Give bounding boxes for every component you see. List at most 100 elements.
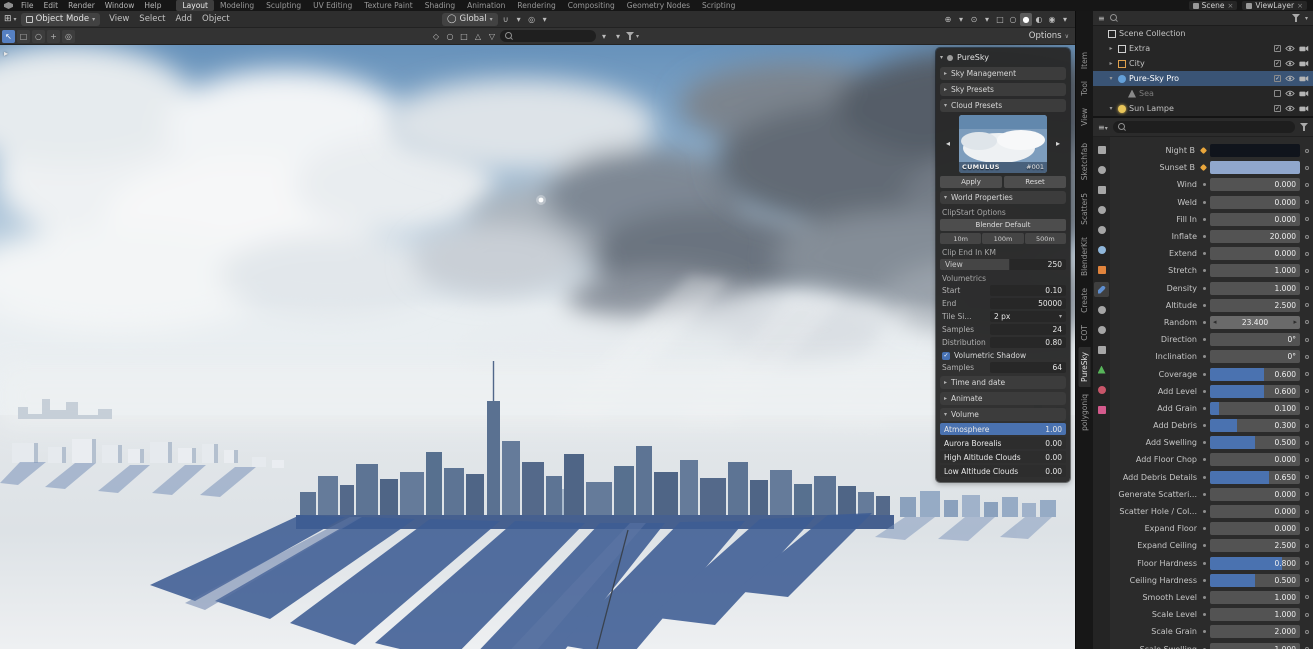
channel-dot[interactable]	[1203, 441, 1206, 444]
slider-add-grain[interactable]: 0.100	[1210, 402, 1300, 415]
eye-icon[interactable]	[1285, 75, 1295, 82]
channel-dot[interactable]	[1203, 269, 1206, 272]
filter-funnel-icon[interactable]	[626, 32, 634, 40]
tool-cursor-icon[interactable]: +	[47, 30, 60, 43]
options-menu[interactable]: Options ∨	[1029, 31, 1069, 41]
decorator-dot[interactable]	[1305, 372, 1309, 376]
outliner-row-pure-sky-pro[interactable]: ▾Pure-Sky Pro✓	[1093, 71, 1313, 86]
properties-tab-texture[interactable]	[1094, 402, 1109, 417]
channel-dot[interactable]	[1203, 201, 1206, 204]
filter-surface-icon[interactable]: □	[458, 30, 470, 43]
slider-inclination[interactable]: 0°	[1210, 350, 1300, 363]
overlays-dropdown-icon[interactable]: ▾	[981, 13, 993, 26]
checkbox-icon[interactable]	[1274, 90, 1281, 97]
decorator-dot[interactable]	[1305, 338, 1309, 342]
transform-menu-icon[interactable]: ▾	[612, 30, 624, 43]
slider-add-debris[interactable]: 0.300	[1210, 419, 1300, 432]
decorator-dot[interactable]	[1305, 389, 1309, 393]
channel-dot[interactable]	[1203, 252, 1206, 255]
camera-icon[interactable]	[1299, 60, 1309, 67]
decorator-dot[interactable]	[1305, 252, 1309, 256]
keyframe-dot[interactable]	[1200, 164, 1207, 171]
search-input[interactable]	[516, 32, 586, 41]
filter-mesh-icon[interactable]: ◇	[430, 30, 442, 43]
decorator-dot[interactable]	[1305, 441, 1309, 445]
number-field-random[interactable]: ◂23.400▸	[1210, 316, 1300, 329]
properties-tab-scene[interactable]	[1094, 222, 1109, 237]
keyframe-dot[interactable]	[1200, 147, 1207, 154]
npanel-tab-create[interactable]: Create	[1079, 283, 1091, 318]
gizmo-dropdown-icon[interactable]: ▾	[955, 13, 967, 26]
eye-icon[interactable]	[1285, 90, 1295, 97]
channel-dot[interactable]	[1203, 424, 1206, 427]
checkbox-icon[interactable]: ✓	[942, 352, 950, 360]
outliner-row-sea[interactable]: Sea	[1093, 86, 1313, 101]
checkbox-icon[interactable]: ✓	[1274, 45, 1281, 52]
menu-file[interactable]: File	[16, 1, 39, 10]
disclosure-down-icon[interactable]: ▾	[1107, 105, 1115, 112]
channel-dot[interactable]	[1203, 287, 1206, 290]
slider-coverage[interactable]: 0.600	[1210, 368, 1300, 381]
camera-icon[interactable]	[1299, 75, 1309, 82]
slider-expand-floor[interactable]: 0.000	[1210, 522, 1300, 535]
outliner-row-scene-collection[interactable]: Scene Collection	[1093, 26, 1313, 41]
npanel-tab-polygoniq[interactable]: polygoniq	[1079, 389, 1091, 436]
puresky-panel-header[interactable]: ▾ PureSky	[940, 51, 1066, 64]
decorator-dot[interactable]	[1305, 355, 1309, 359]
decorator-dot[interactable]	[1305, 475, 1309, 479]
tool-tweak-icon[interactable]: ↖	[2, 30, 15, 43]
tool-measure-icon[interactable]: ◎	[62, 30, 75, 43]
tool-select-box-icon[interactable]: □	[17, 30, 30, 43]
channel-dot[interactable]	[1203, 218, 1206, 221]
channel-dot[interactable]	[1203, 493, 1206, 496]
section-sky-presets[interactable]: ▸ Sky Presets	[940, 83, 1066, 96]
properties-tab-modifiers[interactable]	[1094, 282, 1109, 297]
editor-type-icon[interactable]: ⊞▾	[0, 14, 21, 24]
channel-dot[interactable]	[1203, 510, 1206, 513]
search-icon[interactable]	[1110, 14, 1118, 22]
shading-material-icon[interactable]: ◐	[1033, 13, 1045, 26]
menu-render[interactable]: Render	[63, 1, 100, 10]
channel-dot[interactable]	[1203, 562, 1206, 565]
decorator-dot[interactable]	[1305, 303, 1309, 307]
decorator-dot[interactable]	[1305, 510, 1309, 514]
checkbox-icon[interactable]: ✓	[1274, 105, 1281, 112]
workspace-tab-rendering[interactable]: Rendering	[511, 0, 561, 11]
slider-add-swelling[interactable]: 0.500	[1210, 436, 1300, 449]
proportional-dropdown-icon[interactable]: ▾	[539, 13, 551, 26]
properties-tab-render[interactable]	[1094, 162, 1109, 177]
field-end[interactable]: 50000	[990, 298, 1066, 309]
slider-inflate[interactable]: 20.000	[1210, 230, 1300, 243]
decorator-dot[interactable]	[1305, 183, 1309, 187]
view-button[interactable]: View	[940, 259, 1009, 270]
workspace-tab-shading[interactable]: Shading	[419, 0, 461, 11]
snap-dropdown-icon[interactable]: ▾	[513, 13, 525, 26]
slider-scale-grain[interactable]: 2.000	[1210, 625, 1300, 638]
slider-scatter-hole-col[interactable]: 0.000	[1210, 505, 1300, 518]
overlays-icon[interactable]: ⊙	[968, 13, 980, 26]
clip-500m-button[interactable]: 500m	[1025, 233, 1066, 244]
decorator-dot[interactable]	[1305, 406, 1309, 410]
filter-curve-icon[interactable]: ○	[444, 30, 456, 43]
decorator-dot[interactable]	[1305, 458, 1309, 462]
workspace-tab-texture-paint[interactable]: Texture Paint	[358, 0, 418, 11]
decorator-dot[interactable]	[1305, 269, 1309, 273]
viewport-3d[interactable]: ▸ ▾ PureSky ▸ Sky Management ▸ Sky Prese…	[0, 45, 1075, 649]
menu-help[interactable]: Help	[139, 1, 166, 10]
channel-dot[interactable]	[1203, 596, 1206, 599]
shading-dropdown-icon[interactable]: ▾	[1059, 13, 1071, 26]
channel-dot[interactable]	[1203, 579, 1206, 582]
channel-dot[interactable]	[1203, 390, 1206, 393]
workspace-tab-scripting[interactable]: Scripting	[696, 0, 741, 11]
volume-slider-high-altitude-clouds[interactable]: High Altitude Clouds0.00	[940, 451, 1066, 463]
slider-add-floor-chop[interactable]: 0.000	[1210, 453, 1300, 466]
cloud-preset-preview[interactable]: CUMULUS #001	[959, 115, 1047, 173]
npanel-tab-view[interactable]: View	[1079, 103, 1091, 131]
properties-tab-output[interactable]	[1094, 182, 1109, 197]
scene-unlink-icon[interactable]: ×	[1228, 2, 1234, 10]
viewport-search[interactable]	[500, 30, 596, 42]
checkbox-icon[interactable]: ✓	[1274, 75, 1281, 82]
slider-add-debris-details[interactable]: 0.650	[1210, 471, 1300, 484]
volume-slider-aurora-borealis[interactable]: Aurora Borealis0.00	[940, 437, 1066, 449]
color-field-night-b[interactable]	[1210, 144, 1300, 157]
